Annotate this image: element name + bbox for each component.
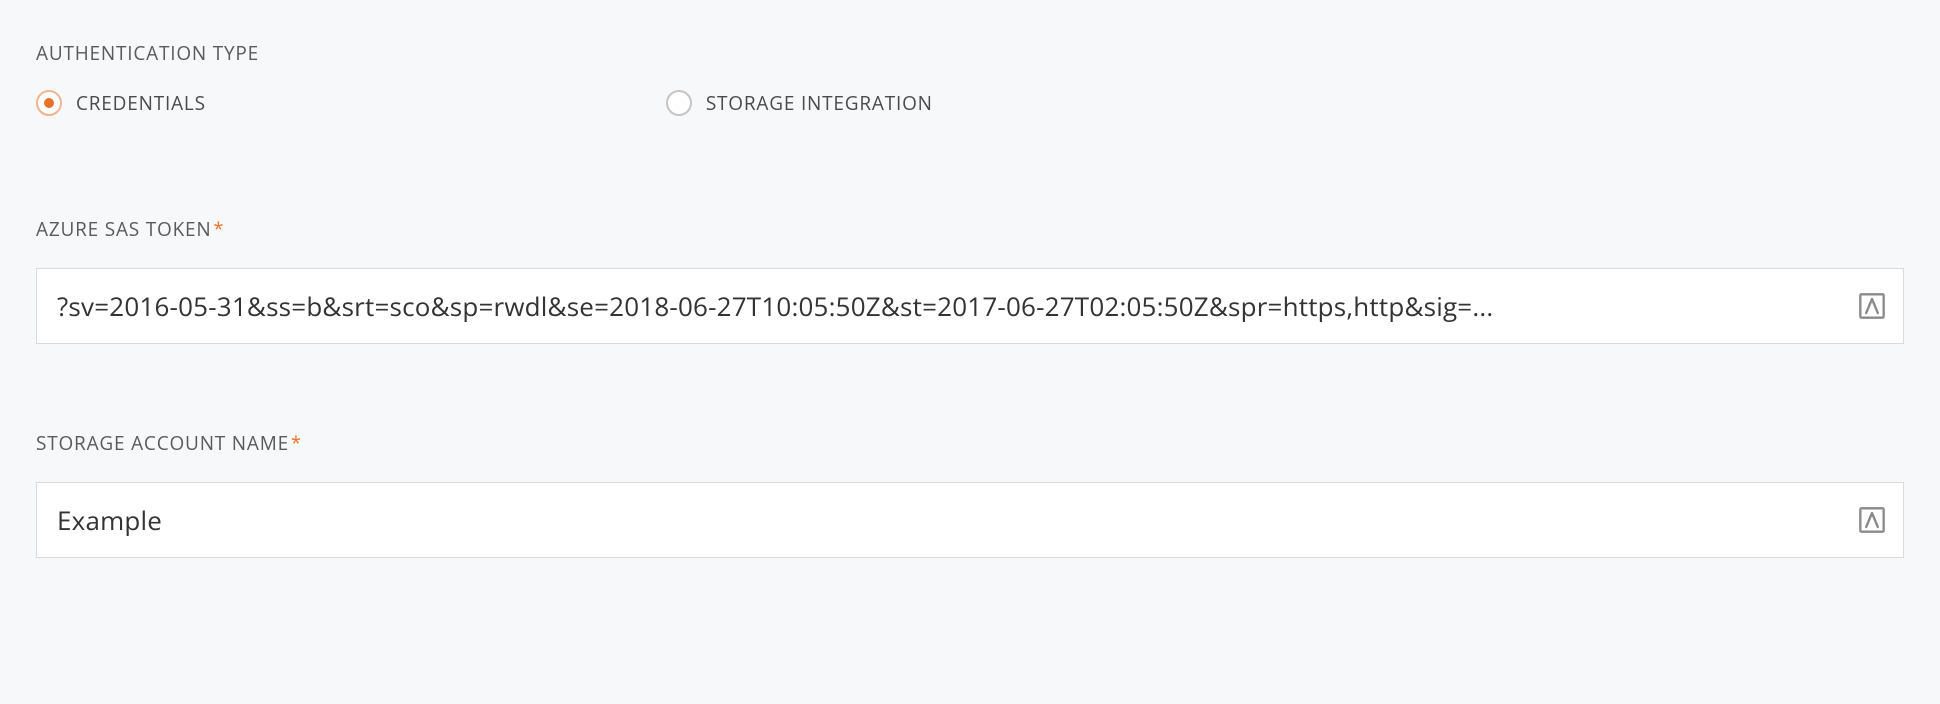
radio-unselected-icon [666, 90, 692, 116]
radio-selected-icon [36, 90, 62, 116]
storage-account-name-field: STORAGE ACCOUNT NAME* [36, 430, 1904, 558]
radio-storage-integration-label: STORAGE INTEGRATION [706, 90, 933, 116]
azure-sas-token-input-wrap [36, 268, 1904, 344]
azure-sas-token-label-text: AZURE SAS TOKEN [36, 216, 212, 242]
radio-credentials-label: CREDENTIALS [76, 90, 206, 116]
required-indicator-icon: * [214, 217, 225, 241]
radio-option-credentials[interactable]: CREDENTIALS [36, 90, 206, 116]
variable-insert-icon[interactable] [1857, 505, 1887, 535]
authentication-type-label: AUTHENTICATION TYPE [36, 40, 1904, 66]
storage-account-name-input-wrap [36, 482, 1904, 558]
radio-option-storage-integration[interactable]: STORAGE INTEGRATION [666, 90, 933, 116]
azure-sas-token-input[interactable] [57, 288, 1841, 324]
storage-account-name-label-text: STORAGE ACCOUNT NAME [36, 430, 289, 456]
azure-sas-token-label: AZURE SAS TOKEN* [36, 216, 1904, 242]
form-container: AUTHENTICATION TYPE CREDENTIALS STORAGE … [0, 0, 1940, 704]
storage-account-name-input[interactable] [57, 502, 1841, 538]
azure-sas-token-field: AZURE SAS TOKEN* [36, 216, 1904, 344]
required-indicator-icon: * [291, 431, 302, 455]
variable-insert-icon[interactable] [1857, 291, 1887, 321]
authentication-type-radio-group: CREDENTIALS STORAGE INTEGRATION [36, 90, 1904, 116]
storage-account-name-label: STORAGE ACCOUNT NAME* [36, 430, 1904, 456]
